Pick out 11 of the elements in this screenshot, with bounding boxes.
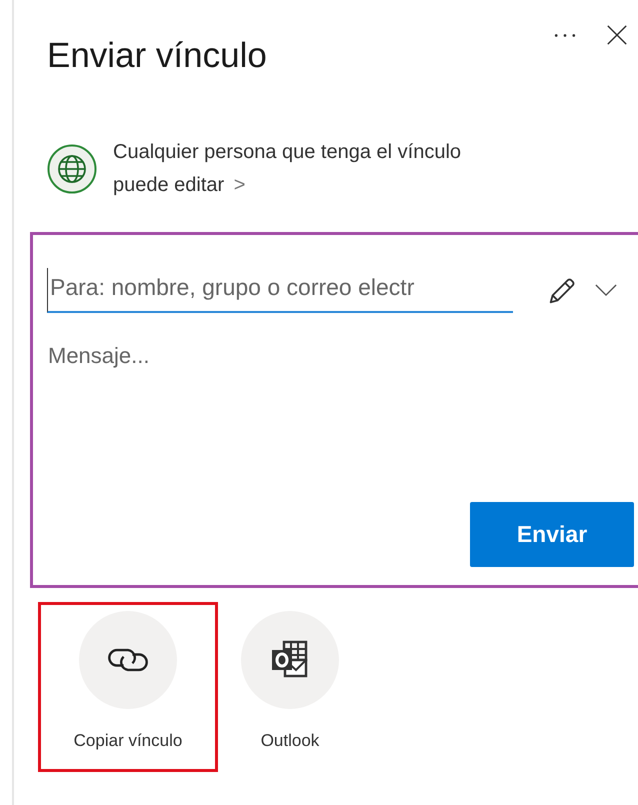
share-option-label: Copiar vínculo xyxy=(74,731,182,751)
pencil-icon[interactable] xyxy=(547,276,577,306)
share-option-label: Outlook xyxy=(260,731,320,751)
recipient-field[interactable]: Para: nombre, grupo o correo electr xyxy=(47,268,513,313)
close-icon[interactable] xyxy=(606,24,628,46)
chevron-down-icon[interactable] xyxy=(595,284,617,297)
permission-link[interactable]: Cualquier persona que tenga el vínculo puede editar > xyxy=(113,136,462,202)
globe-icon xyxy=(47,144,97,194)
panel-title: Enviar vínculo xyxy=(47,35,267,77)
send-button[interactable]: Enviar xyxy=(470,502,634,567)
more-options-icon[interactable] xyxy=(554,32,576,38)
